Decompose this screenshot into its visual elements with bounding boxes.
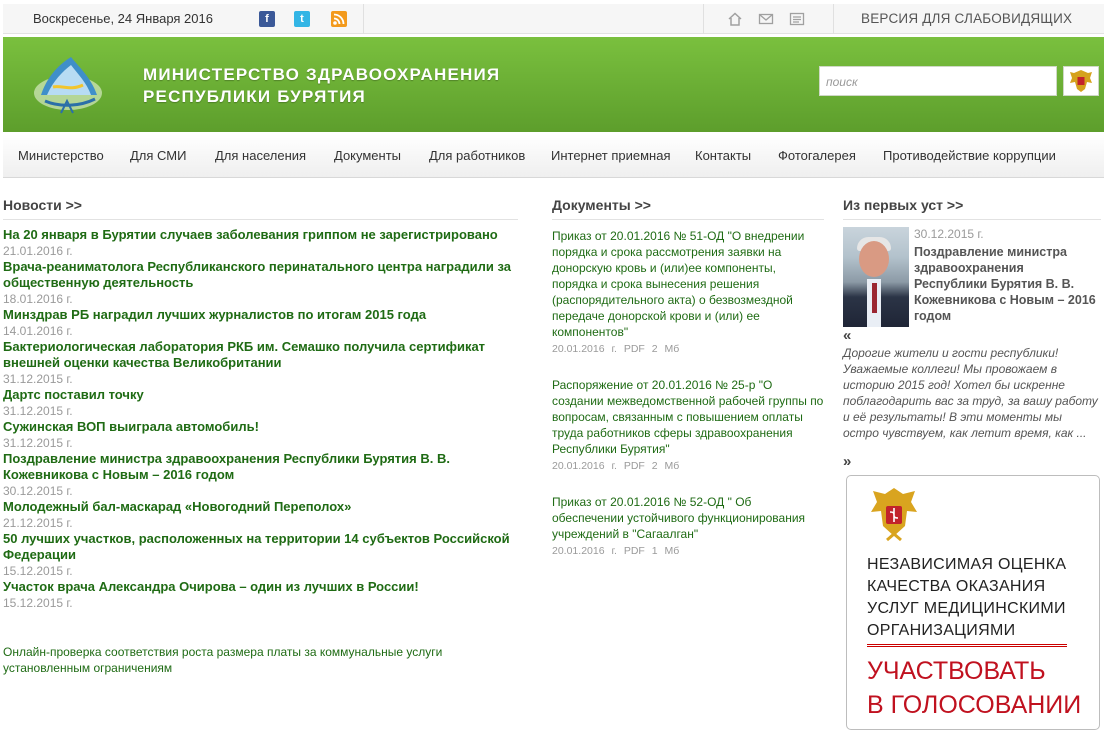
document-item: Приказ от 20.01.2016 № 51-ОД "О внедрени… (552, 228, 824, 356)
document-item: Приказ от 20.01.2016 № 52-ОД " Об обеспе… (552, 494, 824, 558)
quote-text: Дорогие жители и гости республики! Уважа… (843, 346, 1098, 440)
news-title[interactable]: 50 лучших участков, расположенных на тер… (3, 531, 518, 563)
nav-item-contacts[interactable]: Контакты (695, 148, 751, 163)
news-title[interactable]: На 20 января в Бурятии случаев заболеван… (3, 227, 518, 243)
site-header: МИНИСТЕРСТВО ЗДРАВООХРАНЕНИЯ РЕСПУБЛИКИ … (3, 37, 1104, 132)
news-item: Сужинская ВОП выиграла автомобиль! 31.12.… (3, 419, 518, 451)
facebook-icon[interactable]: f (259, 11, 275, 27)
separator (833, 4, 834, 34)
document-title[interactable]: Приказ от 20.01.2016 № 51-ОД "О внедрени… (552, 228, 824, 340)
search-input[interactable]: поиск (819, 66, 1057, 96)
documents-heading[interactable]: Документы >> (552, 197, 651, 213)
banner-text-line: УСЛУГ МЕДИЦИНСКИМИ (867, 600, 1066, 617)
nav-item-workers[interactable]: Для работников (429, 148, 525, 163)
ministry-emblem-icon (871, 488, 917, 542)
separator (363, 4, 364, 34)
document-title[interactable]: Приказ от 20.01.2016 № 52-ОД " Об обеспе… (552, 494, 824, 542)
nav-item-ministry[interactable]: Министерство (18, 148, 104, 163)
coat-of-arms-icon[interactable] (1063, 66, 1099, 96)
news-title[interactable]: Дартс поставил точку (3, 387, 518, 403)
news-item: 50 лучших участков, расположенных на тер… (3, 531, 518, 579)
nav-item-reception[interactable]: Интернет приемная (551, 148, 670, 163)
quality-survey-banner[interactable]: НЕЗАВИСИМАЯ ОЦЕНКА КАЧЕСТВА ОКАЗАНИЯ УСЛ… (846, 475, 1100, 730)
site-title[interactable]: МИНИСТЕРСТВО ЗДРАВООХРАНЕНИЯ РЕСПУБЛИКИ … (143, 64, 500, 108)
news-item: Поздравление министра здравоохранения Ре… (3, 451, 518, 499)
nav-item-anticorruption[interactable]: Противодействие коррупции (883, 148, 1056, 163)
cta-line: В ГОЛОСОВАНИИ (867, 691, 1082, 719)
home-icon[interactable] (727, 11, 743, 27)
banner-text: НЕЗАВИСИМАЯ ОЦЕНКА КАЧЕСТВА ОКАЗАНИЯ УСЛ… (867, 554, 1066, 642)
news-item: Участок врача Александра Очирова – один … (3, 579, 518, 611)
nav-item-population[interactable]: Для населения (215, 148, 306, 163)
news-item: Дартс поставил точку 31.12.2015 г. (3, 387, 518, 419)
divider (843, 219, 1101, 220)
news-title[interactable]: Участок врача Александра Очирова – один … (3, 579, 518, 595)
divider (3, 219, 518, 220)
sitemap-icon[interactable] (789, 11, 805, 27)
news-date: 31.12.2015 г. (3, 404, 73, 418)
twitter-icon[interactable]: t (294, 11, 310, 27)
low-vision-link[interactable]: ВЕРСИЯ ДЛЯ СЛАБОВИДЯЩИХ (861, 11, 1072, 26)
site-title-line1: МИНИСТЕРСТВО ЗДРАВООХРАНЕНИЯ (143, 65, 501, 84)
top-bar: Воскресенье, 24 Января 2016 f t ВЕРСИЯ Д… (3, 4, 1104, 34)
news-list: На 20 января в Бурятии случаев заболеван… (3, 227, 518, 611)
banner-text-line: НЕЗАВИСИМАЯ ОЦЕНКА (867, 556, 1067, 573)
banner-text-line: ОРГАНИЗАЦИЯМИ (867, 622, 1016, 639)
cta-line: УЧАСТВОВАТЬ (867, 657, 1046, 685)
banner-text-line: КАЧЕСТВА ОКАЗАНИЯ (867, 578, 1046, 595)
main-navigation: Министерство Для СМИ Для населения Докум… (3, 134, 1104, 178)
document-meta: 20.01.2016 г. PDF 2 Мб (552, 343, 680, 355)
news-date: 15.12.2015 г. (3, 596, 73, 610)
open-quote-mark: « (843, 327, 852, 344)
news-item: Минздрав РБ наградил лучших журналистов … (3, 307, 518, 339)
nav-item-gallery[interactable]: Фотогалерея (778, 148, 856, 163)
mail-icon[interactable] (758, 11, 774, 27)
separator (703, 4, 704, 34)
vote-call-to-action[interactable]: УЧАСТВОВАТЬ В ГОЛОСОВАНИИ (867, 654, 1081, 722)
news-title[interactable]: Бактериологическая лаборатория РКБ им. С… (3, 339, 518, 371)
news-date: 18.01.2016 г. (3, 292, 73, 306)
document-title[interactable]: Распоряжение от 20.01.2016 № 25-р "О соз… (552, 377, 824, 457)
news-heading[interactable]: Новости >> (3, 197, 82, 213)
site-title-line2: РЕСПУБЛИКИ БУРЯТИЯ (143, 87, 366, 106)
quote-title[interactable]: Поздравление министра здравоохранения Ре… (914, 244, 1099, 324)
quote-date: 30.12.2015 г. (914, 227, 984, 241)
news-date: 21.12.2015 г. (3, 516, 73, 530)
divider (552, 219, 824, 220)
document-item: Распоряжение от 20.01.2016 № 25-р "О соз… (552, 377, 824, 473)
rss-icon[interactable] (331, 11, 347, 27)
nav-item-media[interactable]: Для СМИ (130, 148, 186, 163)
ministry-logo[interactable] (31, 51, 105, 117)
news-item: Врача-реаниматолога Республиканского пер… (3, 259, 518, 307)
banner-divider (867, 644, 1067, 647)
news-title[interactable]: Врача-реаниматолога Республиканского пер… (3, 259, 518, 291)
news-date: 30.12.2015 г. (3, 484, 73, 498)
current-date: Воскресенье, 24 Января 2016 (33, 11, 213, 26)
document-meta: 20.01.2016 г. PDF 2 Мб (552, 460, 680, 472)
news-date: 14.01.2016 г. (3, 324, 73, 338)
news-date: 31.12.2015 г. (3, 372, 73, 386)
news-date: 15.12.2015 г. (3, 564, 73, 578)
news-item: На 20 января в Бурятии случаев заболеван… (3, 227, 518, 259)
news-item: Молодежный бал-маскарад «Новогодний Пере… (3, 499, 518, 531)
utility-payment-check-link[interactable]: Онлайн-проверка соответствия роста разме… (3, 644, 503, 676)
quotes-heading[interactable]: Из первых уст >> (843, 197, 963, 213)
news-date: 31.12.2015 г. (3, 436, 73, 450)
close-quote-mark: » (843, 453, 852, 470)
news-title[interactable]: Минздрав РБ наградил лучших журналистов … (3, 307, 518, 323)
news-title[interactable]: Молодежный бал-маскарад «Новогодний Пере… (3, 499, 518, 515)
news-item: Бактериологическая лаборатория РКБ им. С… (3, 339, 518, 387)
documents-list: Приказ от 20.01.2016 № 51-ОД "О внедрени… (552, 228, 824, 579)
document-meta: 20.01.2016 г. PDF 1 Мб (552, 545, 680, 557)
minister-photo[interactable] (843, 227, 909, 327)
news-title[interactable]: Сужинская ВОП выиграла автомобиль! (3, 419, 518, 435)
nav-item-documents[interactable]: Документы (334, 148, 401, 163)
news-title[interactable]: Поздравление министра здравоохранения Ре… (3, 451, 518, 483)
news-date: 21.01.2016 г. (3, 244, 73, 258)
